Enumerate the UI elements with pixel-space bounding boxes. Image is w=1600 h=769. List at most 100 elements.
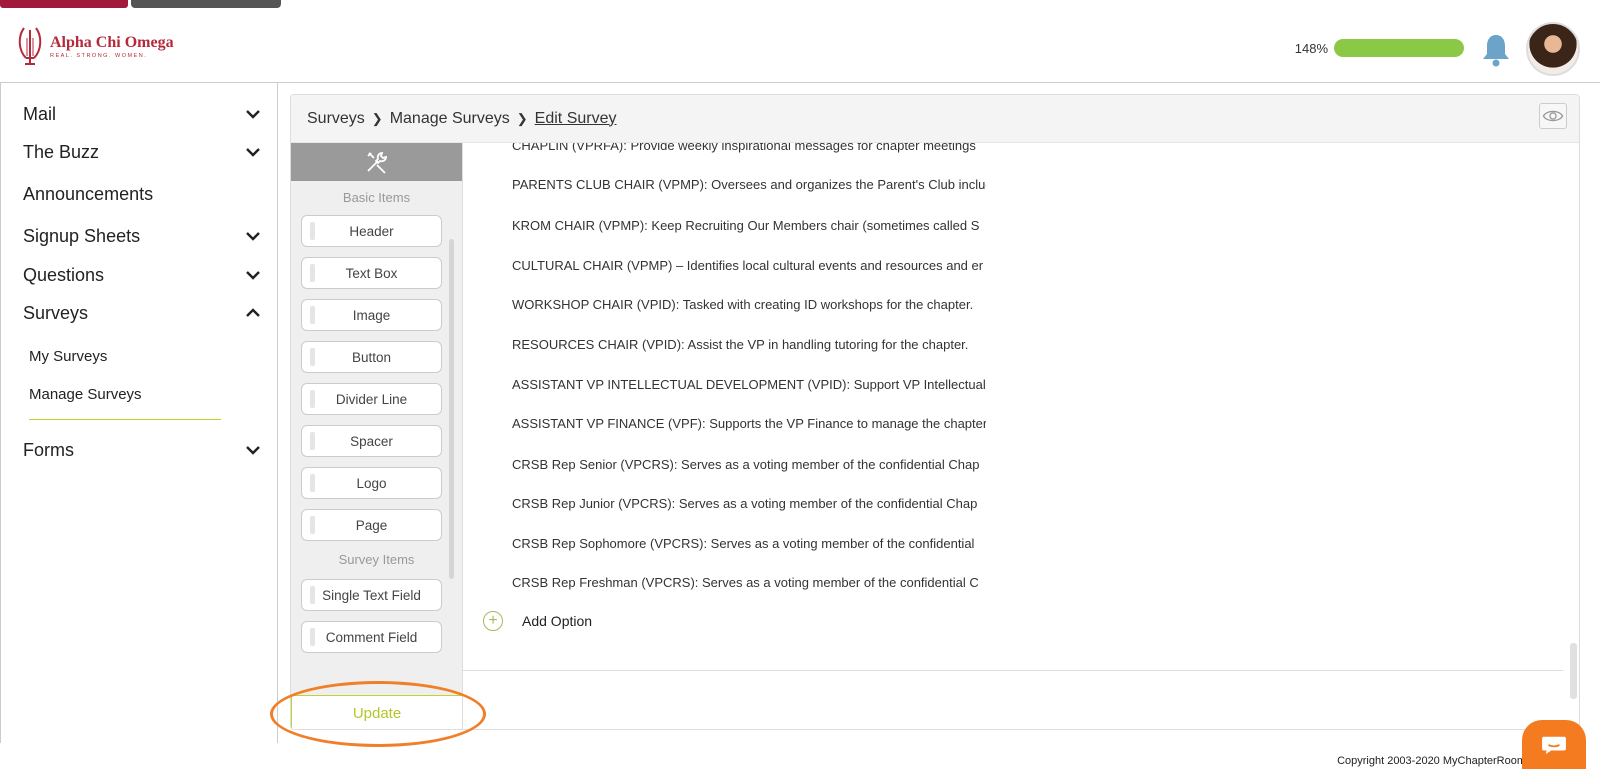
- survey-option[interactable]: CHAPLIN (VPRFA): Provide weekly inspirat…: [512, 143, 986, 153]
- breadcrumb-manage-surveys[interactable]: Manage Surveys: [390, 110, 510, 128]
- tools-icon: [291, 143, 462, 181]
- sidebar-item-surveys[interactable]: Surveys: [23, 298, 261, 328]
- sidebar-item-forms[interactable]: Forms: [23, 435, 261, 465]
- survey-option[interactable]: CULTURAL CHAIR (VPMP) – Identifies local…: [512, 258, 986, 273]
- palette-item-text-box[interactable]: Text Box: [301, 257, 442, 289]
- survey-option[interactable]: WORKSHOP CHAIR (VPID): Tasked with creat…: [512, 297, 986, 312]
- palette-item-label: Comment Field: [325, 629, 418, 645]
- chevron-down-icon: [246, 148, 260, 157]
- active-indicator: [29, 419, 221, 420]
- drag-handle[interactable]: [310, 306, 315, 324]
- add-option-button[interactable]: + Add Option: [483, 611, 592, 631]
- palette-item-label: Text Box: [345, 265, 398, 281]
- sidebar-item-label: Questions: [23, 264, 105, 285]
- palette-item-label: Image: [352, 307, 391, 323]
- sidebar-item-label: Announcements: [23, 183, 154, 204]
- sidebar-item-label: Mail: [23, 103, 57, 124]
- brand-logo[interactable]: Alpha Chi Omega REAL. STRONG. WOMEN.: [16, 24, 174, 68]
- survey-option[interactable]: PARENTS CLUB CHAIR (VPMP): Oversees and …: [512, 177, 986, 192]
- palette-scrollbar[interactable]: [449, 239, 454, 579]
- item-palette: Basic Items Header Text Box Image Button…: [291, 143, 463, 729]
- palette-item-image[interactable]: Image: [301, 299, 442, 331]
- sidebar-item-mail[interactable]: Mail: [23, 99, 261, 129]
- sidebar-subitem-manage-surveys[interactable]: Manage Surveys: [29, 386, 142, 403]
- palette-item-comment-field[interactable]: Comment Field: [301, 621, 442, 653]
- progress-percent: 148%: [1294, 40, 1328, 56]
- palette-item-label: Logo: [356, 475, 387, 491]
- top-strip: [0, 0, 1600, 8]
- profile-progress: 148%: [1295, 39, 1464, 57]
- update-highlight-annotation: [270, 681, 486, 747]
- sidebar-item-announcements[interactable]: Announcements: [23, 179, 261, 209]
- bell-icon[interactable]: [1480, 32, 1512, 68]
- chevron-down-icon: [246, 110, 260, 119]
- chevron-right-icon: ❯: [516, 110, 528, 126]
- survey-option[interactable]: ASSISTANT VP FINANCE (VPF): Supports the…: [512, 416, 986, 431]
- survey-option[interactable]: RESOURCES CHAIR (VPID): Assist the VP in…: [512, 337, 986, 352]
- palette-item-spacer[interactable]: Spacer: [301, 425, 442, 457]
- survey-option[interactable]: ASSISTANT VP INTELLECTUAL DEVELOPMENT (V…: [512, 377, 986, 392]
- user-avatar[interactable]: [1526, 22, 1580, 76]
- chevron-down-icon: [246, 271, 260, 280]
- plus-icon: +: [483, 611, 503, 631]
- palette-item-button[interactable]: Button: [301, 341, 442, 373]
- palette-item-header[interactable]: Header: [301, 215, 442, 247]
- canvas-scrollbar[interactable]: [1570, 643, 1577, 699]
- drag-handle[interactable]: [310, 264, 315, 282]
- progress-bar: [1334, 39, 1464, 57]
- chevron-right-icon: ❯: [371, 110, 383, 126]
- palette-item-logo[interactable]: Logo: [301, 467, 442, 499]
- sidebar-item-label: The Buzz: [23, 141, 100, 162]
- sidebar-item-questions[interactable]: Questions: [23, 260, 261, 290]
- drag-handle[interactable]: [310, 390, 315, 408]
- preview-eye-icon[interactable]: [1539, 103, 1567, 129]
- breadcrumb-edit-survey[interactable]: Edit Survey: [535, 110, 617, 128]
- logo-text: Alpha Chi Omega REAL. STRONG. WOMEN.: [50, 34, 174, 59]
- sidebar-item-signup-sheets[interactable]: Signup Sheets: [23, 221, 261, 251]
- sidebar: Mail The Buzz Announcements Signup Sheet…: [0, 83, 278, 743]
- logo-name: Alpha Chi Omega: [50, 33, 174, 51]
- progress-fill: [1334, 39, 1464, 57]
- top-tab-active[interactable]: [0, 0, 128, 8]
- chat-icon[interactable]: [1522, 720, 1586, 769]
- drag-handle[interactable]: [310, 628, 315, 646]
- survey-option[interactable]: CRSB Rep Sophomore (VPCRS): Serves as a …: [512, 536, 986, 551]
- chevron-down-icon: [246, 232, 260, 241]
- palette-item-single-text-field[interactable]: Single Text Field: [301, 579, 442, 611]
- survey-items-label: Survey Items: [338, 552, 415, 567]
- drag-handle[interactable]: [310, 516, 315, 534]
- sidebar-subitem-my-surveys[interactable]: My Surveys: [29, 348, 107, 365]
- sidebar-item-the-buzz[interactable]: The Buzz: [23, 137, 261, 167]
- palette-item-label: Spacer: [350, 433, 393, 449]
- drag-handle[interactable]: [310, 474, 315, 492]
- survey-option[interactable]: CRSB Rep Freshman (VPCRS): Serves as a v…: [512, 575, 986, 590]
- sidebar-item-label: Surveys: [23, 302, 89, 323]
- app-header: Alpha Chi Omega REAL. STRONG. WOMEN. 148…: [0, 8, 1600, 83]
- lyre-icon: [18, 27, 42, 65]
- top-tab[interactable]: [131, 0, 281, 8]
- palette-item-label: Single Text Field: [322, 587, 421, 603]
- drag-handle[interactable]: [310, 432, 315, 450]
- palette-item-label: Divider Line: [335, 391, 408, 407]
- palette-item-page[interactable]: Page: [301, 509, 442, 541]
- breadcrumb-surveys[interactable]: Surveys: [307, 110, 365, 128]
- divider: [463, 670, 1563, 671]
- survey-option[interactable]: CRSB Rep Senior (VPCRS): Serves as a vot…: [512, 457, 986, 472]
- survey-option[interactable]: CRSB Rep Junior (VPCRS): Serves as a vot…: [512, 496, 986, 511]
- drag-handle[interactable]: [310, 222, 315, 240]
- basic-items-label: Basic Items: [342, 190, 411, 205]
- survey-canvas: CHAPLIN (VPRFA): Provide weekly inspirat…: [463, 143, 1579, 729]
- drag-handle[interactable]: [310, 348, 315, 366]
- drag-handle[interactable]: [310, 586, 315, 604]
- palette-item-label: Page: [355, 517, 388, 533]
- add-option-label: Add Option: [522, 613, 593, 629]
- chevron-up-icon: [246, 308, 260, 317]
- sidebar-item-label: Forms: [23, 439, 74, 460]
- copyright-text: Copyright 2003-2020 MyChapterRoom: [1337, 755, 1526, 767]
- logo-tagline: REAL. STRONG. WOMEN.: [50, 52, 148, 59]
- chevron-down-icon: [246, 446, 260, 455]
- palette-item-divider-line[interactable]: Divider Line: [301, 383, 442, 415]
- survey-option[interactable]: KROM CHAIR (VPMP): Keep Recruiting Our M…: [512, 218, 986, 233]
- survey-editor: Surveys ❯ Manage Surveys ❯ Edit Survey B…: [290, 94, 1580, 730]
- breadcrumb: Surveys ❯ Manage Surveys ❯ Edit Survey: [291, 95, 1579, 143]
